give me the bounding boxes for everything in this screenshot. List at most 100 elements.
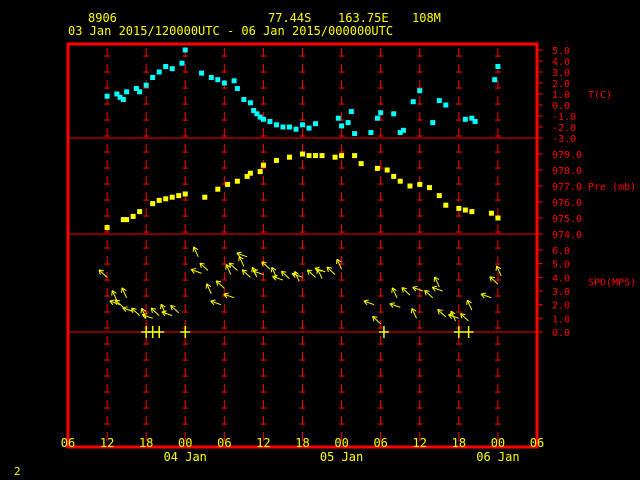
wind-arrow-head: [480, 292, 487, 295]
pressure-point: [417, 181, 423, 187]
pressure-point: [436, 193, 442, 199]
temperature-point: [120, 97, 126, 102]
pressure-point: [456, 205, 462, 211]
y-tick-label: 3.0: [552, 287, 570, 298]
x-tick-label: 12: [100, 436, 114, 450]
temperature-point: [348, 109, 354, 115]
temperature-point: [391, 111, 397, 117]
pressure-point: [332, 154, 338, 160]
wind-arrow: [280, 270, 290, 280]
wind-arrow: [314, 266, 326, 273]
wind-arrow-head: [335, 259, 338, 265]
x-tick-label: 00: [491, 436, 505, 450]
wind-arrow: [170, 304, 180, 314]
x-day-label: 06 Jan: [476, 450, 519, 464]
wind-arrow: [114, 299, 124, 308]
wind-arrow: [401, 287, 411, 296]
wind-arrow: [424, 289, 434, 299]
wind-arrow: [431, 285, 443, 292]
pressure-point: [306, 153, 312, 159]
temperature-point: [182, 47, 188, 53]
wind-arrow: [433, 276, 440, 288]
y-tick-label: 978.0: [552, 166, 582, 177]
temperature-point: [339, 123, 345, 129]
pressure-axis-label: Pre (mb): [588, 182, 636, 193]
wind-arrow: [466, 299, 473, 311]
wind-arrow-head: [161, 310, 167, 313]
temperature-point: [436, 98, 442, 104]
y-axis-layer: 5.04.03.02.01.00.0-1.0-2.0-3.0T(C)979.09…: [537, 46, 636, 339]
pressure-point: [384, 167, 390, 173]
x-tick-label: 06: [61, 436, 75, 450]
wind-arrow-head: [433, 276, 436, 282]
pressure-point: [182, 191, 188, 197]
wind-arrow: [228, 262, 238, 271]
temperature-point: [313, 121, 319, 127]
pressure-point: [339, 153, 345, 159]
wind-series: [98, 246, 502, 338]
wind-arrow-head: [272, 274, 278, 277]
pressure-point: [488, 210, 494, 216]
pressure-point: [273, 157, 279, 163]
temperature-point: [273, 122, 279, 128]
temperature-point: [124, 89, 130, 95]
wind-arrow-head: [495, 265, 498, 271]
wind-arrow: [98, 269, 108, 278]
wind-arrow-head: [191, 268, 197, 271]
x-tick-label: 00: [334, 436, 348, 450]
pressure-point: [352, 153, 358, 159]
wind-arrow: [205, 283, 212, 294]
time-range: 03 Jan 2015/120000UTC - 06 Jan 2015/0000…: [68, 24, 394, 38]
temperature-point: [430, 120, 436, 126]
temperature-point: [443, 102, 449, 108]
pressure-point: [130, 213, 136, 219]
y-tick-label: 6.0: [552, 246, 570, 257]
x-day-label: 04 Jan: [164, 450, 207, 464]
temperature-point: [300, 122, 305, 128]
wind-arrow: [210, 299, 222, 306]
wind-arrow: [391, 287, 398, 299]
wind-arrow-head: [410, 308, 413, 314]
pressure-point: [176, 193, 182, 199]
wind-arrow-head: [160, 304, 162, 310]
wind-arrow-head: [391, 287, 393, 293]
x-tick-label: 12: [256, 436, 270, 450]
temperature-point: [400, 127, 406, 133]
x-tick-label: 18: [295, 436, 309, 450]
temperature-point: [241, 97, 247, 102]
wind-arrow-head: [236, 251, 242, 254]
temperature-point: [335, 115, 341, 121]
wind-arrow: [272, 274, 284, 281]
y-tick-label: 974.0: [552, 230, 582, 241]
wind-arrow: [120, 287, 128, 299]
wind-arrow: [161, 310, 173, 317]
grid-layer: [104, 48, 501, 442]
wind-arrow: [363, 299, 375, 306]
temperature-point: [306, 125, 312, 131]
pressure-point: [215, 186, 221, 192]
x-tick-label: 18: [452, 436, 466, 450]
wind-arrow: [236, 251, 248, 258]
station-id: 8906: [88, 11, 117, 25]
pressure-point: [462, 207, 468, 213]
wind-arrow: [261, 261, 271, 270]
x-tick-label: 06: [217, 436, 231, 450]
wind-arrow: [252, 269, 264, 276]
wind-arrow-head: [432, 285, 438, 288]
pressure-point: [313, 153, 319, 159]
y-tick-label: 975.0: [552, 214, 582, 225]
x-tick-label: 00: [178, 436, 192, 450]
wind-arrow: [111, 290, 118, 301]
wind-arrow-head: [225, 264, 227, 270]
wind-arrow: [372, 315, 382, 325]
temperature-point: [221, 80, 227, 86]
station-lon: 163.75E: [338, 11, 389, 25]
y-tick-label: 5.0: [552, 46, 570, 57]
wind-arrow-head: [142, 313, 148, 316]
station-lat: 77.44S: [268, 11, 312, 25]
temperature-point: [104, 93, 110, 99]
temperature-point: [345, 120, 351, 126]
temperature-point: [137, 89, 143, 95]
wind-arrow: [141, 313, 153, 319]
pressure-point: [156, 197, 162, 203]
